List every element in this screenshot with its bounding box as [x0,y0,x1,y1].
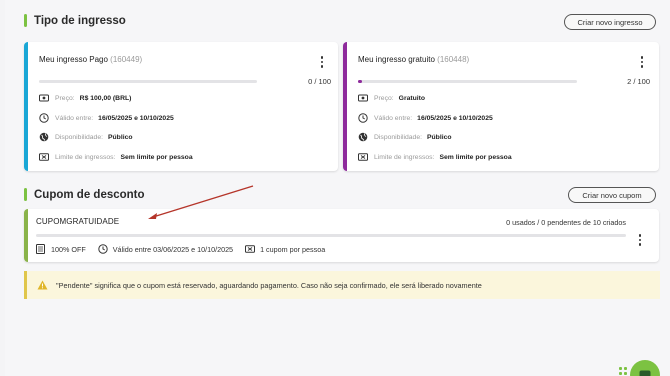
ticket-progress-fill [358,80,363,83]
ticket-section-title: Tipo de ingresso [24,14,126,27]
section-accent-bar [24,14,27,27]
ticket-card-title: Meu ingresso gratuito (160448) [358,55,469,64]
ticket-limit-row: Limite de ingressos: Sem limite por pess… [358,152,512,162]
ticket-progress-bar [39,80,257,83]
limit-label: Limite de ingressos: [55,153,116,161]
coupon-section-title-text: Cupom de desconto [34,188,145,201]
coupon-progress-bar [36,234,626,237]
valid-label: Válido entre: [55,114,94,122]
section-accent-bar [24,188,27,201]
ticket-progress-bar [358,80,577,83]
chat-icon [639,370,651,376]
ticket-card-stripe [24,42,28,171]
clock-icon [358,113,368,123]
ticket-menu-icon[interactable] [320,56,324,68]
price-value: Gratuito [398,94,426,102]
money-icon [39,93,49,103]
ticket-card-free[interactable]: Meu ingresso gratuito (160448) 2 / 100 P… [343,42,659,171]
ticket-availability-row: Disponibilidade: Público [39,132,133,142]
price-value: R$ 100,00 (BRL) [79,94,132,102]
ticket-section-title-text: Tipo de ingresso [34,14,126,27]
apps-grid-icon[interactable] [619,367,627,375]
ticket-card-paid[interactable]: Meu ingresso Pago (160449) 0 / 100 Preço… [24,42,338,171]
availability-value: Público [108,133,133,141]
ticket-price-row: Preço: Gratuito [358,93,425,103]
ticket-icon [358,152,368,162]
ticket-card-title: Meu ingresso Pago (160449) [39,55,142,64]
coupon-card-stripe [24,209,28,262]
coupon-discount: 100% OFF [51,244,86,254]
globe-icon [358,132,368,142]
warning-icon [37,280,48,290]
valid-label: Válido entre: [374,114,413,122]
ticket-valid-row: Válido entre: 16/05/2025 e 10/10/2025 [39,113,174,123]
coupon-details: 100% OFF Válido entre 03/06/2025 e 10/10… [36,244,325,254]
coupon-validity: Válido entre 03/06/2025 e 10/10/2025 [112,244,234,254]
coupon-menu-icon[interactable] [638,234,642,246]
ticket-name: Meu ingresso Pago [39,55,108,64]
globe-icon [39,132,49,142]
availability-value: Público [427,133,452,141]
chat-button[interactable] [630,360,660,376]
ticket-menu-icon[interactable] [640,56,644,68]
calculator-icon [36,244,46,254]
ticket-name: Meu ingresso gratuito [358,55,435,64]
coupon-card[interactable]: CUPOMGRATUIDADE 0 usados / 0 pendentes d… [24,209,659,262]
price-label: Preço: [374,94,394,102]
limit-label: Limite de ingressos: [374,153,435,161]
alert-text: "Pendente" significa que o cupom está re… [56,280,482,290]
ticket-card-stripe [343,42,347,171]
ticket-icon [245,244,256,254]
valid-value: 16/05/2025 e 10/10/2025 [98,114,174,122]
availability-label: Disponibilidade: [55,133,103,141]
coupon-code: CUPOMGRATUIDADE [36,217,120,226]
ticket-valid-row: Válido entre: 16/05/2025 e 10/10/2025 [358,113,493,123]
ticket-icon [39,152,49,162]
coupon-section-title: Cupom de desconto [24,188,145,201]
ticket-count: 0 / 100 [308,77,331,86]
valid-value: 16/05/2025 e 10/10/2025 [417,114,493,122]
money-icon [358,93,368,103]
ticket-id: (160449) [110,55,143,64]
clock-icon [39,113,49,123]
price-label: Preço: [55,94,75,102]
clock-icon [98,244,108,254]
annotation-arrow [148,185,254,219]
create-coupon-button[interactable]: Criar novo cupom [568,187,656,203]
main-panel: Tipo de ingresso Criar novo ingresso Meu… [5,0,670,376]
ticket-price-row: Preço: R$ 100,00 (BRL) [39,93,131,103]
create-ticket-button[interactable]: Criar novo ingresso [564,14,656,30]
ticket-count: 2 / 100 [627,77,650,86]
pending-info-alert: "Pendente" significa que o cupom está re… [24,271,660,299]
ticket-availability-row: Disponibilidade: Público [358,132,452,142]
limit-value: Sem limite por pessoa [120,153,193,161]
ticket-limit-row: Limite de ingressos: Sem limite por pess… [39,152,193,162]
availability-label: Disponibilidade: [374,133,422,141]
ticket-id: (160448) [437,55,470,64]
limit-value: Sem limite por pessoa [439,153,512,161]
coupon-usage-stats: 0 usados / 0 pendentes de 10 criados [506,218,626,227]
coupon-limit: 1 cupom por pessoa [260,244,326,254]
